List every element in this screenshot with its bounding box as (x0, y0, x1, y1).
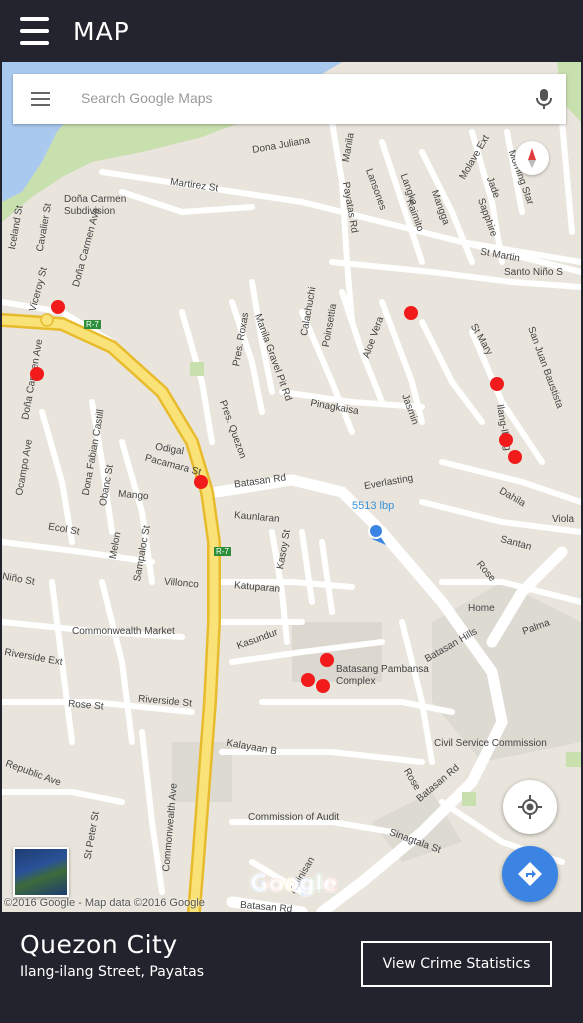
crime-marker-icon[interactable] (490, 377, 504, 391)
crime-marker-icon[interactable] (301, 673, 315, 687)
street-label: Viola (552, 514, 575, 525)
map-view[interactable]: Dona Juliana Martirez St Manila Lansones… (2, 62, 581, 912)
microphone-icon[interactable] (533, 87, 555, 111)
highway-shield: R-7 (214, 547, 231, 556)
crime-marker-icon[interactable] (404, 306, 418, 320)
crime-marker-icon[interactable] (316, 679, 330, 693)
crime-marker-icon[interactable] (30, 367, 44, 381)
poi-home: Home (468, 603, 495, 614)
google-logo: Google (250, 871, 338, 897)
hamburger-menu-icon[interactable] (20, 17, 49, 45)
area-label: Doña Carmen Subdivision (64, 194, 127, 217)
my-location-button[interactable] (503, 780, 557, 834)
location-pin-icon (368, 523, 386, 545)
app-title: MAP (73, 17, 130, 46)
map-search-bar[interactable]: Search Google Maps (13, 74, 566, 124)
city-name: Quezon City (20, 930, 178, 959)
compass-icon[interactable] (515, 141, 549, 175)
directions-icon (518, 862, 542, 886)
street-label: Santo Niño S (504, 267, 563, 278)
poi-batasang-pambansa: Batasang Pambansa Complex (336, 664, 429, 687)
crime-marker-icon[interactable] (194, 475, 208, 489)
crime-marker-icon[interactable] (508, 450, 522, 464)
my-location-icon (518, 795, 542, 819)
poi-commonwealth-market: Commonwealth Market (72, 626, 175, 637)
crime-marker-icon[interactable] (320, 653, 334, 667)
location-label: 5513 lbp (352, 500, 395, 512)
street-name: Ilang-ilang Street, Payatas (20, 964, 205, 980)
search-input[interactable]: Search Google Maps (81, 90, 213, 106)
poi-commission-of-audit: Commission of Audit (248, 812, 340, 823)
crime-marker-icon[interactable] (499, 433, 513, 447)
menu-icon[interactable] (31, 92, 50, 106)
crime-marker-icon[interactable] (51, 300, 65, 314)
highway-shield: R-7 (84, 320, 101, 329)
poi-civil-service-commission: Civil Service Commission (434, 738, 547, 749)
view-crime-statistics-button[interactable]: View Crime Statistics (361, 941, 552, 987)
map-copyright: ©2016 Google - Map data ©2016 Google (4, 897, 205, 909)
app-bar: MAP (0, 0, 583, 62)
location-info-bar: Quezon City Ilang-ilang Street, Payatas … (0, 912, 583, 1023)
directions-button[interactable] (502, 846, 558, 902)
satellite-layer-thumbnail[interactable] (13, 847, 69, 897)
